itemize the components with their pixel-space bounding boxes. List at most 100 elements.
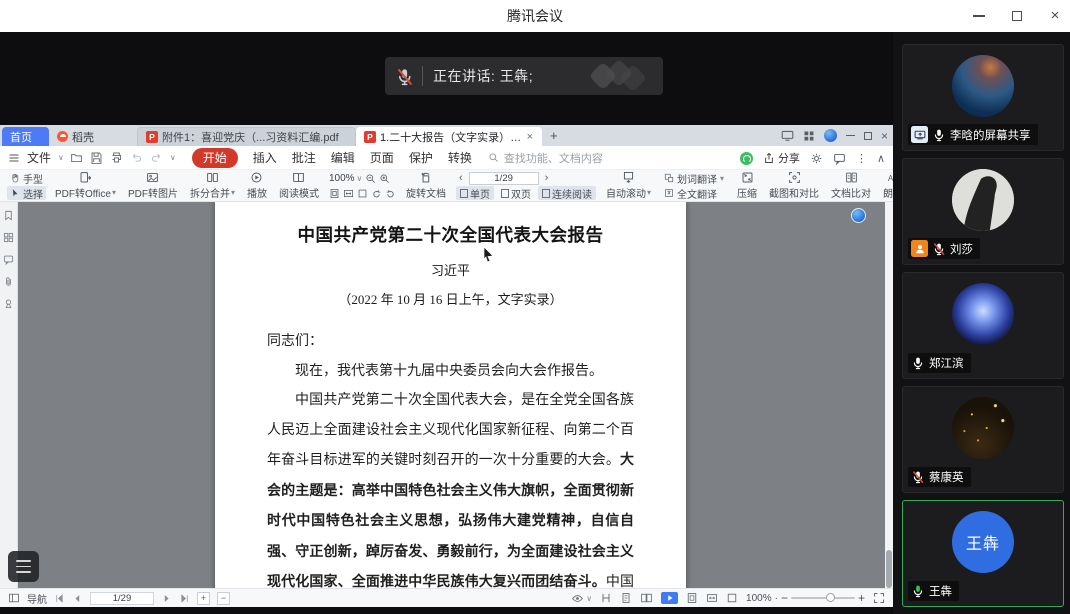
zoom-out-icon[interactable] [365, 173, 376, 184]
截图和对比-button[interactable]: 截图和对比 [763, 171, 825, 201]
minimize-button[interactable] [972, 9, 986, 23]
history-back-icon[interactable]: + [197, 592, 210, 605]
pdf-tab[interactable]: P1.二十大报告（文字实录）.pdf× [356, 127, 542, 146]
menu-tab-保护[interactable]: 保护 [409, 149, 433, 166]
menu-tab-开始[interactable]: 开始 [192, 148, 238, 168]
close-button[interactable]: × [1048, 9, 1062, 23]
menu-tab-转换[interactable]: 转换 [448, 149, 472, 166]
status-fit-width-icon[interactable] [706, 592, 718, 604]
comments-panel-icon[interactable] [3, 254, 14, 265]
wps-user-avatar[interactable] [824, 129, 837, 142]
last-page-icon[interactable] [179, 593, 190, 604]
status-fit-page-icon[interactable] [686, 592, 698, 604]
hand-tool-button[interactable]: 手型 [7, 171, 46, 185]
menu-tab-插入[interactable]: 插入 [253, 149, 277, 166]
eye-protect-toggle[interactable]: ∨ [571, 592, 592, 605]
pdf-minimize-icon[interactable] [846, 135, 855, 137]
next-page-button[interactable]: › [542, 172, 552, 184]
bookmarks-panel-icon[interactable] [3, 210, 14, 221]
阅读模式-button[interactable]: 阅读模式 [273, 171, 325, 201]
rotate-document-button[interactable]: 旋转文档 [400, 171, 452, 201]
fit-height-icon[interactable] [600, 592, 612, 604]
zoom-slider-knob[interactable] [826, 593, 835, 602]
pdf-tab[interactable]: 首页 [2, 127, 49, 146]
open-file-icon[interactable] [70, 151, 83, 164]
redo-icon[interactable] [150, 151, 163, 164]
pdf-restore-icon[interactable] [864, 132, 872, 140]
PDF转Office-button[interactable]: PDF转Office▾ [49, 171, 122, 201]
fit-width-icon[interactable] [343, 188, 354, 199]
search-box[interactable]: 查找功能、文档内容 [488, 150, 603, 166]
more-options-icon[interactable]: ⋮ [856, 152, 867, 165]
meeting-toolbar-overlay[interactable] [8, 551, 39, 582]
apps-grid-icon[interactable] [803, 130, 815, 142]
collapse-ribbon-icon[interactable]: ∧ [877, 152, 885, 165]
print-icon[interactable] [110, 151, 123, 164]
pdf-tab[interactable]: P附件1：喜迎党庆（...习资料汇编.pdf [137, 127, 356, 146]
full-translate-button[interactable]: 全文翻译 [661, 186, 727, 200]
main-menu-icon[interactable] [8, 152, 20, 164]
auto-scroll-button[interactable]: 自动滚动▾ [600, 171, 657, 201]
zoom-level-control[interactable]: 100%∨ [329, 173, 362, 184]
participant-tile[interactable]: 刘莎 [902, 158, 1064, 265]
thumbnails-panel-icon[interactable] [3, 232, 14, 243]
slideshow-play-button[interactable] [661, 592, 678, 604]
signature-panel-icon[interactable] [3, 298, 14, 309]
history-forward-icon[interactable]: − [217, 592, 230, 605]
prev-page-icon[interactable] [72, 593, 83, 604]
undo-icon[interactable] [130, 151, 143, 164]
tab-close-icon[interactable]: × [526, 131, 534, 143]
page-scrollbar[interactable] [885, 202, 893, 588]
拆分合并-button[interactable]: 拆分合并▾ [184, 171, 241, 201]
settings-gear-icon[interactable] [810, 152, 823, 165]
single-page-view-icon[interactable] [620, 592, 632, 604]
压缩-button[interactable]: 压缩 [731, 171, 763, 201]
participant-tile[interactable]: 蔡康英 [902, 386, 1064, 493]
actual-size-icon[interactable] [357, 188, 368, 199]
fullscreen-icon[interactable] [873, 592, 885, 604]
status-actual-size-icon[interactable] [726, 592, 738, 604]
rotate-right-icon[interactable] [385, 188, 396, 199]
rotate-left-icon[interactable] [371, 188, 382, 199]
prev-page-button[interactable]: ‹ [456, 172, 466, 184]
scrollbar-thumb[interactable] [886, 550, 892, 588]
status-zoom-out-button[interactable]: − [781, 591, 788, 605]
page-mode-单页[interactable]: 单页 [456, 186, 494, 200]
double-page-view-icon[interactable] [640, 592, 653, 604]
comment-bubble-icon[interactable] [833, 152, 846, 165]
participant-tile[interactable]: 李晗的屏幕共享 [902, 44, 1064, 151]
navigation-toggle[interactable]: 导航 [8, 591, 47, 606]
status-zoom-in-button[interactable]: + [858, 591, 865, 605]
page-mode-连续阅读[interactable]: 连续阅读 [538, 186, 596, 200]
menu-tab-编辑[interactable]: 编辑 [331, 149, 355, 166]
share-button[interactable]: 分享 [763, 150, 800, 166]
presentation-mode-icon[interactable] [781, 129, 794, 142]
word-translate-button[interactable]: 划词翻译▾ [661, 171, 727, 185]
new-tab-button[interactable]: + [550, 128, 558, 143]
file-menu[interactable]: 文件 [27, 149, 51, 166]
播放-button[interactable]: 播放 [241, 171, 273, 201]
participant-tile[interactable]: 王犇王犇 [902, 500, 1064, 607]
PDF转图片-button[interactable]: PDF转图片 [122, 171, 184, 201]
participant-tile[interactable]: 郑江滨 [902, 272, 1064, 379]
page-mode-双页[interactable]: 双页 [497, 186, 535, 200]
朗读-button[interactable]: A朗读 [877, 171, 893, 201]
quickbar-caret-icon[interactable]: ∨ [170, 153, 176, 162]
wps-ai-icon[interactable] [740, 152, 753, 165]
zoom-slider[interactable] [791, 597, 855, 599]
save-icon[interactable] [90, 151, 103, 164]
maximize-button[interactable] [1010, 9, 1024, 23]
menu-tab-页面[interactable]: 页面 [370, 149, 394, 166]
collaborator-avatar[interactable] [851, 208, 866, 223]
select-tool-button[interactable]: 选择 [7, 186, 46, 200]
fit-page-icon[interactable] [329, 188, 340, 199]
attachments-panel-icon[interactable] [3, 276, 14, 287]
zoom-in-icon[interactable] [379, 173, 390, 184]
pdf-close-icon[interactable]: × [881, 131, 888, 141]
page-indicator-input[interactable]: 1/29 [469, 172, 539, 185]
first-page-icon[interactable] [54, 593, 65, 604]
pdf-tab[interactable]: 稻壳 [49, 127, 137, 146]
status-page-indicator[interactable]: 1/29 [90, 592, 154, 605]
menu-tab-批注[interactable]: 批注 [292, 149, 316, 166]
next-page-icon[interactable] [161, 593, 172, 604]
